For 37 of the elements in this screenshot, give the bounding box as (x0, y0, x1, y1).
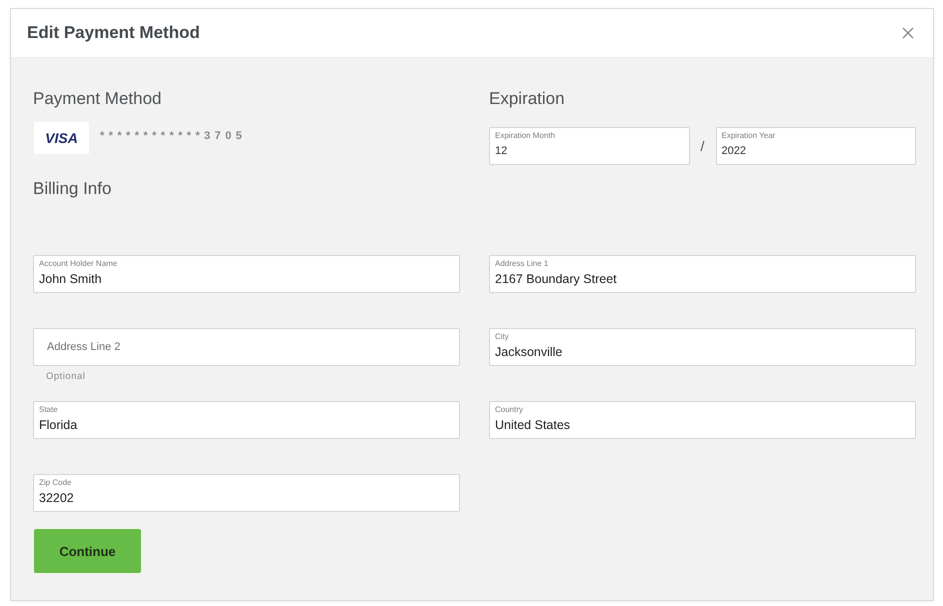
field-label: Account Holder Name (39, 259, 118, 269)
text-field[interactable]: Address Line 1 2167 Boundary Street (489, 255, 916, 293)
field-input[interactable]: John Smith (39, 272, 451, 286)
field-input[interactable]: 2022 (722, 145, 907, 157)
field-label: Country (495, 405, 524, 415)
section-heading: Expiration (489, 88, 565, 110)
field-input[interactable]: 12 (495, 145, 680, 157)
card-brand-logo: VISA (34, 122, 89, 154)
continue-button[interactable]: Continue (34, 529, 141, 573)
text-field[interactable]: State Florida (33, 401, 460, 439)
field-label: City (495, 332, 510, 342)
text-field[interactable]: Address Line 2 (33, 328, 460, 366)
field-input[interactable]: Address Line 2 (47, 341, 451, 353)
field-input[interactable]: Jacksonville (495, 345, 907, 359)
field-input[interactable]: 32202 (39, 491, 451, 505)
section-heading: Billing Info (33, 178, 112, 200)
text-field[interactable]: Account Holder Name John Smith (33, 255, 460, 293)
field-label: Address Line 1 (495, 259, 550, 269)
field-input[interactable]: United States (495, 418, 907, 432)
date-separator: / (700, 138, 706, 154)
close-icon (902, 27, 914, 39)
text-field[interactable]: Expiration Month 12 (489, 127, 690, 165)
dialog-title: Edit Payment Method (27, 23, 200, 43)
field-label: State (39, 405, 59, 415)
text-field[interactable]: Country United States (489, 401, 916, 439)
close-button[interactable] (902, 27, 914, 39)
text-field[interactable]: Zip Code 32202 (33, 474, 460, 512)
field-input[interactable]: 2167 Boundary Street (495, 272, 907, 286)
section-heading: Payment Method (33, 88, 162, 110)
helper-text: Optional (46, 370, 86, 383)
field-label: Zip Code (39, 478, 72, 488)
text-field[interactable]: City Jacksonville (489, 328, 916, 366)
field-label: Expiration Month (495, 131, 556, 141)
field-input[interactable]: Florida (39, 418, 451, 432)
masked-card-number: ************3705 (100, 130, 246, 142)
field-label: Expiration Year (722, 131, 776, 141)
text-field[interactable]: Expiration Year 2022 (716, 127, 916, 165)
